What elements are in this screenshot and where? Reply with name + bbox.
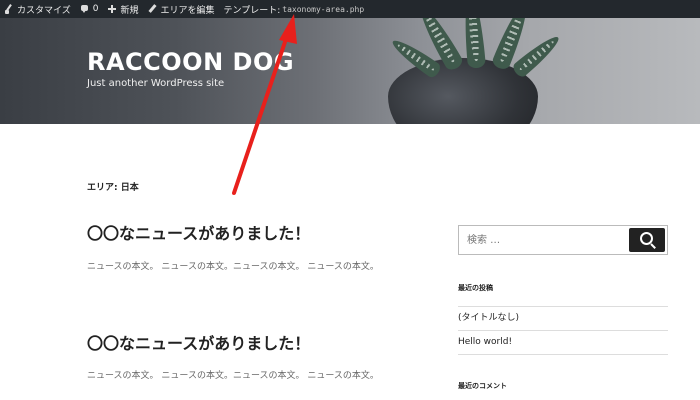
edit-area-label: エリアを編集: [160, 5, 215, 16]
edit-area-menu-item[interactable]: エリアを編集: [147, 0, 214, 18]
site-description: Just another WordPress site: [87, 78, 225, 89]
customize-menu-item[interactable]: カスタマイズ: [4, 0, 71, 18]
post-title[interactable]: 〇〇なニュースがありました！: [87, 330, 310, 354]
template-label: テンプレート:: [223, 5, 281, 16]
search-input[interactable]: [459, 226, 629, 254]
recent-post-link[interactable]: (タイトルなし): [458, 306, 668, 330]
plus-icon: [107, 4, 117, 14]
search-button[interactable]: [629, 228, 665, 252]
archive-title: エリア: 日本: [87, 183, 139, 193]
recent-posts-heading: 最近の投稿: [458, 284, 493, 292]
comment-bubble-icon: [80, 4, 90, 14]
comments-menu-item[interactable]: 0: [80, 0, 99, 18]
post-excerpt: ニュースの本文。 ニュースの本文。ニュースの本文。 ニュースの本文。: [87, 262, 379, 272]
recent-comments-heading: 最近のコメント: [458, 382, 507, 390]
post-excerpt: ニュースの本文。 ニュースの本文。ニュースの本文。 ニュースの本文。: [87, 371, 379, 381]
brush-icon: [4, 4, 14, 14]
site-header: RACCOON DOG Just another WordPress site: [0, 18, 700, 124]
recent-posts-list: (タイトルなし) Hello world!: [458, 306, 668, 355]
customize-label: カスタマイズ: [17, 5, 71, 16]
template-info-item[interactable]: テンプレート: taxonomy-area.php: [224, 0, 365, 18]
comments-count: 0: [92, 4, 99, 14]
search-icon: [640, 232, 653, 245]
post-title[interactable]: 〇〇なニュースがありました！: [87, 220, 310, 244]
site-title[interactable]: RACCOON DOG: [87, 48, 294, 76]
new-content-menu-item[interactable]: 新規: [107, 0, 138, 18]
template-file-name: taxonomy-area.php: [282, 4, 365, 14]
recent-post-link[interactable]: Hello world!: [458, 330, 668, 355]
admin-bar: カスタマイズ 0 新規 エリアを編集 テンプレート: taxonomy-area…: [0, 0, 700, 18]
pencil-icon: [147, 4, 157, 14]
search-form: [458, 225, 668, 255]
new-label: 新規: [120, 5, 139, 16]
